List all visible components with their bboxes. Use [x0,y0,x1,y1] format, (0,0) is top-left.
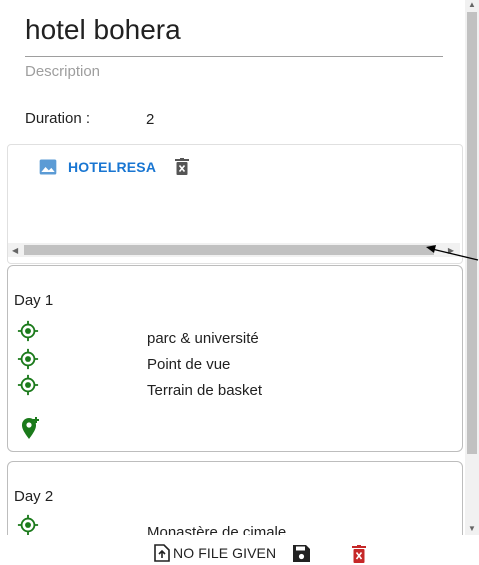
editor-viewport: hotel bohera Description Duration : 2 HO… [0,0,479,535]
description-field[interactable]: Description [25,63,100,80]
scroll-down-icon[interactable]: ▼ [468,524,476,533]
duration-label: Duration : [25,110,91,127]
day-title: Day 1 [14,292,54,309]
target-icon [17,374,39,396]
poi-item[interactable] [17,320,39,342]
file-upload-icon [154,544,170,562]
add-location-icon[interactable] [20,416,40,440]
day-title: Day 2 [14,488,54,505]
poi-name[interactable]: Point de vue [147,356,230,373]
upload-label: NO FILE GIVEN [173,545,277,561]
poi-item[interactable] [17,348,39,370]
poi-name[interactable]: Terrain de basket [147,382,262,399]
poi-item[interactable] [17,514,39,535]
scroll-left-icon[interactable]: ◀ [12,246,18,255]
scroll-up-icon[interactable]: ▲ [468,0,476,9]
target-icon [17,320,39,342]
upload-button[interactable]: NO FILE GIVEN [153,544,276,562]
title-value: hotel bohera [25,14,181,45]
scrollbar-thumb[interactable] [467,12,477,454]
title-field[interactable]: hotel bohera [25,10,443,57]
poi-item[interactable] [17,374,39,396]
image-icon [39,159,57,175]
poi-name[interactable]: parc & université [147,330,259,347]
action-bar: NO FILE GIVEN [0,535,479,565]
day-card: Day 1 parc & université Point de vue Ter… [7,265,463,452]
save-icon[interactable] [293,545,310,562]
horizontal-scrollbar[interactable]: ◀ ▶ [8,243,460,257]
day-card: Day 2 Monastère de cimale [7,461,463,535]
target-icon [17,348,39,370]
poi-name[interactable]: Monastère de cimale [147,524,286,535]
delete-icon[interactable] [174,158,190,176]
attachment-item[interactable]: HOTELRESA [38,157,190,177]
scrollbar-thumb[interactable] [24,245,434,255]
duration-field[interactable]: 2 [146,111,154,128]
delete-icon[interactable] [352,545,366,563]
attachment-name[interactable]: HOTELRESA [68,159,156,175]
target-icon [17,514,39,535]
